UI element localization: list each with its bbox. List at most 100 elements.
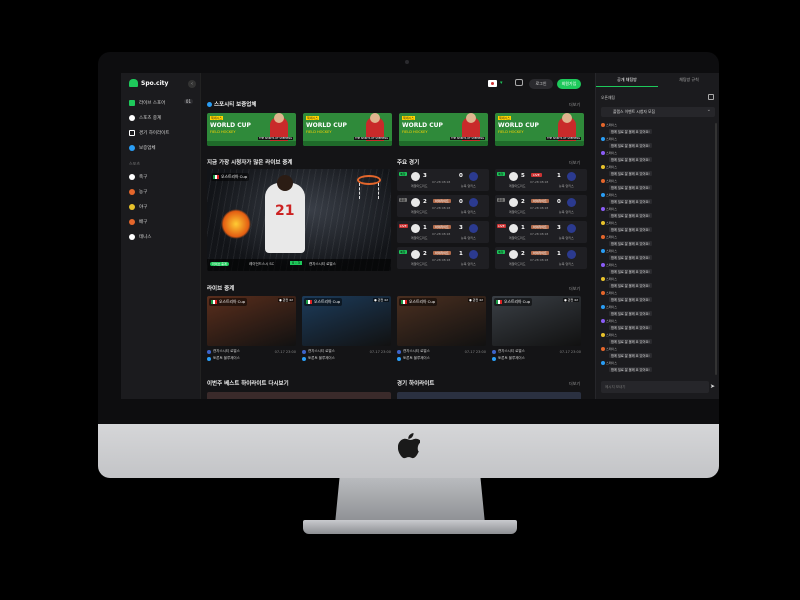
stream-thumbnail[interactable]: 오스트리아 Cup ● 관전 42 bbox=[302, 296, 391, 346]
level-badge-icon bbox=[601, 193, 605, 197]
sidebar-item-partners[interactable]: 보증업체 bbox=[121, 140, 201, 155]
partner-banner[interactable]: 제네시스 WORLD CUP FIELD HOCKEY THE SPIRITS OF … bbox=[303, 113, 392, 146]
monitor-stand bbox=[335, 478, 485, 524]
stream-thumbnail[interactable]: 오스트리아 Cup ● 관전 42 bbox=[207, 296, 296, 346]
team-b-name: 뉴욕 양키스 bbox=[461, 262, 476, 266]
match-card[interactable]: 예정 2 하이라이트 07-28 08:18 1 레알마드리드 뉴욕 양키스 bbox=[397, 247, 489, 269]
jersey-number: 21 bbox=[275, 203, 295, 219]
login-button[interactable]: 로그인 bbox=[529, 79, 553, 89]
chat-username: 스페이스 bbox=[606, 137, 618, 141]
highlight-badge[interactable]: LIVE bbox=[531, 173, 542, 177]
chat-text: 함께 빌로 잘 볼께 요 있어요! bbox=[609, 353, 652, 358]
home-icon[interactable] bbox=[708, 94, 714, 100]
chat-message: 스페이스 함께 빌로 잘 볼께 요 있어요! bbox=[601, 347, 711, 361]
team-a-crest-icon bbox=[492, 349, 496, 354]
team-a-crest-icon bbox=[302, 349, 306, 354]
stream-thumbnail[interactable]: 오스트리아 Cup ● 관전 42 bbox=[397, 296, 486, 346]
level-badge-icon bbox=[601, 263, 605, 267]
chat-message: 스페이스 함께 빌로 잘 볼께 요 있어요! bbox=[601, 277, 711, 291]
chat-icon[interactable] bbox=[515, 79, 523, 86]
partner-banner[interactable]: 제네시스 WORLD CUP FIELD HOCKEY THE SPIRITS OF … bbox=[207, 113, 296, 146]
match-card[interactable]: 종료 2 하이라이트 07-28 08:18 0 레알마드리드 뉴욕 양키스 bbox=[397, 195, 489, 217]
team-row: 캔자스시티 로열스 07-17 23:00 bbox=[207, 348, 296, 355]
more-link-highlights[interactable]: 더보기 bbox=[569, 381, 580, 387]
live-stream-card[interactable]: 오스트리아 Cup ● 관전 42 캔자스시티 로열스 07-17 23:00 토론토 … bbox=[207, 296, 296, 368]
match-time: 07-28 08:18 bbox=[530, 206, 549, 210]
signup-button[interactable]: 회원가입 bbox=[557, 79, 581, 89]
room-select[interactable]: 플랩스 이벤트 시청자 모집 bbox=[601, 105, 715, 117]
highlight-badge[interactable]: 하이라이트 bbox=[531, 251, 549, 255]
more-link-live[interactable]: 더보기 bbox=[569, 286, 580, 292]
korea-flag-icon[interactable] bbox=[488, 80, 497, 87]
chat-user: 스페이스 bbox=[601, 305, 617, 309]
team-b-crest-icon bbox=[302, 356, 306, 361]
live-stream-card[interactable]: 오스트리아 Cup ● 관전 42 캔자스시티 로열스 07-17 23:00 토론토 … bbox=[492, 296, 581, 368]
level-badge-icon bbox=[601, 221, 605, 225]
sidebar-item-label: 경기 하이라이트 bbox=[139, 130, 170, 136]
partner-banner[interactable]: 제네시스 WORLD CUP FIELD HOCKEY THE SPIRITS OF … bbox=[399, 113, 488, 146]
live-stream-card[interactable]: 오스트리아 Cup ● 관전 42 캔자스시티 로열스 07-17 23:00 토론토 … bbox=[397, 296, 486, 368]
banner-strip bbox=[207, 141, 296, 146]
chat-input[interactable]: 메시지 보내기 bbox=[601, 381, 709, 393]
top-bar: ▾ 로그인 회원가입 bbox=[201, 73, 593, 95]
chat-username: 스페이스 bbox=[606, 235, 618, 239]
brand-logo[interactable]: Spo.city bbox=[129, 79, 168, 87]
weekly-highlight-thumb[interactable] bbox=[207, 392, 391, 399]
banner-tag: 제네시스 bbox=[402, 116, 416, 120]
sidebar-item-soccer[interactable]: 축구 bbox=[121, 169, 201, 184]
fire-ball-graphic bbox=[221, 209, 251, 239]
highlight-badge[interactable]: 하이라이트 bbox=[531, 199, 549, 203]
team-b-name: 뉴욕 양키스 bbox=[559, 210, 574, 214]
team-row: 캔자스시티 로열스 07-17 23:00 bbox=[492, 348, 581, 355]
broadcast-icon bbox=[129, 114, 135, 121]
sidebar-item-baseball[interactable]: 야구 bbox=[121, 199, 201, 214]
match-card[interactable]: LIVE 1 하이라이트 07-28 08:18 3 레알마드리드 뉴욕 양키스 bbox=[397, 221, 489, 243]
chat-scrollbar[interactable] bbox=[715, 123, 717, 375]
match-card[interactable]: 예정 3 07-28 08:18 0 레알마드리드 뉴욕 양키스 bbox=[397, 169, 489, 191]
sidebar-item-label: 보증업체 bbox=[139, 145, 156, 151]
highlight-badge[interactable]: 하이라이트 bbox=[531, 225, 549, 229]
highlight-badge[interactable]: 하이라이트 bbox=[433, 199, 451, 203]
sidebar-item-label: 스포츠 중계 bbox=[139, 115, 162, 121]
team-b-name: 토론토 블루제이스 bbox=[498, 356, 525, 360]
stream-thumbnail[interactable]: 오스트리아 Cup ● 관전 42 bbox=[492, 296, 581, 346]
chat-user: 스페이스 bbox=[601, 123, 617, 127]
team-a-name: 레알마드리드 bbox=[509, 236, 526, 240]
sidebar-item-broadcast[interactable]: 스포츠 중계 bbox=[121, 110, 201, 125]
chat-message: 스페이스 함께 빌로 잘 볼께 요 있어요! bbox=[601, 263, 711, 277]
match-status: 예정 bbox=[497, 172, 505, 176]
sidebar-item-highlights[interactable]: 경기 하이라이트 bbox=[121, 125, 201, 140]
cup-name: 오스트리아 Cup bbox=[219, 299, 246, 304]
team-a-name: 레알마드리드 bbox=[509, 184, 526, 188]
stream-time: 07-17 23:00 bbox=[274, 349, 296, 354]
viewer-count: ● 관전 42 bbox=[563, 298, 579, 302]
match-card[interactable]: 예정 5 LIVE 07-28 08:18 1 레알마드리드 뉴욕 양키스 bbox=[495, 169, 587, 191]
chat-panel: 공개 채팅방 채팅방 규칙 오픈채팅 플랩스 이벤트 시청자 모집 스페이스함께… bbox=[595, 73, 719, 399]
score-a: 2 bbox=[423, 251, 427, 257]
collapse-sidebar-button[interactable]: ‹ bbox=[188, 80, 196, 88]
highlight-badge[interactable]: 하이라이트 bbox=[433, 251, 451, 255]
sidebar-item-live[interactable]: 라이브 스포어 01 bbox=[121, 95, 201, 110]
match-card[interactable]: 종료 2 하이라이트 07-28 08:18 0 레알마드리드 뉴욕 양키스 bbox=[495, 195, 587, 217]
team-a-crest-icon bbox=[397, 349, 401, 354]
partner-banner[interactable]: 제네시스 WORLD CUP FIELD HOCKEY THE SPIRITS OF … bbox=[495, 113, 584, 146]
tab-chat-rules[interactable]: 채팅방 규칙 bbox=[658, 73, 719, 87]
tab-public-chat[interactable]: 공개 채팅방 bbox=[596, 73, 658, 87]
chevron-down-icon[interactable]: ▾ bbox=[500, 80, 503, 86]
more-link-matches[interactable]: 더보기 bbox=[569, 160, 580, 166]
basketball-icon bbox=[129, 188, 135, 195]
highlight-badge[interactable]: 하이라이트 bbox=[433, 225, 451, 229]
sidebar-item-volleyball[interactable]: 배구 bbox=[121, 214, 201, 229]
chat-user: 스페이스 bbox=[601, 137, 617, 141]
match-card[interactable]: 예정 2 하이라이트 07-28 08:18 1 레알마드리드 뉴욕 양키스 bbox=[495, 247, 587, 269]
match-highlight-thumb[interactable] bbox=[397, 392, 581, 399]
more-link-partners[interactable]: 더보기 bbox=[569, 102, 580, 108]
send-icon[interactable]: ➤ bbox=[710, 383, 715, 390]
sidebar-item-basketball[interactable]: 농구 bbox=[121, 184, 201, 199]
chat-user: 스페이스 bbox=[601, 277, 617, 281]
italy-flag-icon bbox=[401, 300, 407, 304]
featured-live-stream[interactable]: 21 오스트리아 Cup 라이브 중계 레이던드스시 SC 0 : 3 캔자스시… bbox=[207, 169, 391, 271]
live-stream-card[interactable]: 오스트리아 Cup ● 관전 42 캔자스시티 로열스 07-17 23:00 토론토 … bbox=[302, 296, 391, 368]
sidebar-item-tennis[interactable]: 테니스 bbox=[121, 229, 201, 244]
match-card[interactable]: LIVE 1 하이라이트 07-28 08:18 3 레알마드리드 뉴욕 양키스 bbox=[495, 221, 587, 243]
